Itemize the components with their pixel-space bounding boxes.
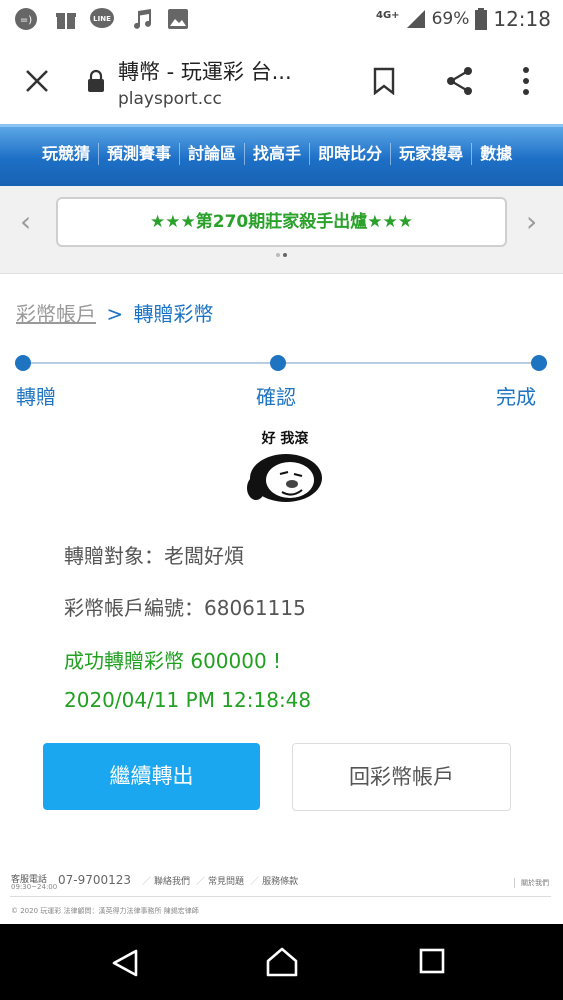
battery-icon <box>475 8 488 30</box>
site-nav: 玩競猜 預測賽事 討論區 找高手 即時比分 玩家搜尋 數據 <box>0 124 563 186</box>
sticker-caption: 好 我滾 <box>261 431 309 447</box>
copyright-text: © 2020 玩運彩 法律顧問：漢英得力法律事務所 陳錫宏律師 <box>11 907 199 915</box>
status-right: 4G+ 69% 12:18 <box>376 4 551 34</box>
step-dot-confirm <box>270 355 286 371</box>
chevron-left-icon[interactable]: ‹ <box>20 208 31 236</box>
status-bar: =) LINE 4G+ 69% 12:18 <box>0 0 563 38</box>
step-dot-done <box>531 355 547 371</box>
recents-icon[interactable] <box>419 948 445 974</box>
close-icon[interactable] <box>24 68 50 94</box>
bookmark-icon[interactable] <box>373 67 395 95</box>
battery-percent: 69% <box>431 9 470 29</box>
back-to-account-button[interactable]: 回彩幣帳戶 <box>292 743 511 811</box>
site-nav-item[interactable]: 數據 <box>471 143 520 165</box>
success-message: 成功轉贈彩幣 600000 ! <box>64 649 282 673</box>
line-app-icon: LINE <box>90 8 114 28</box>
carousel-dots <box>276 253 287 257</box>
signal-icon <box>406 10 425 28</box>
lock-icon <box>88 69 104 92</box>
announcement-banner: ‹ ★★★第270期莊家殺手出爐★★★ › <box>0 186 563 274</box>
share-icon[interactable] <box>444 65 476 97</box>
gift-icon <box>56 13 76 29</box>
breadcrumb-separator: > <box>106 302 124 326</box>
service-hours: 09:30~24:00 <box>11 883 58 891</box>
footer-link[interactable]: 聯絡我們 <box>142 874 190 887</box>
footer-link[interactable]: 服務條款 <box>250 874 298 887</box>
page-title[interactable]: 轉幣 - 玩運彩 台... <box>118 56 292 86</box>
footer: 客服電話 09:30~24:00 07-9700123 聯絡我們常見問題服務條款… <box>0 868 563 924</box>
transfer-timestamp: 2020/04/11 PM 12:18:48 <box>64 688 312 712</box>
more-icon[interactable] <box>521 66 531 96</box>
carousel-dot[interactable] <box>276 253 280 257</box>
recipient-text: 轉贈對象：老闆好煩 <box>64 544 244 568</box>
breadcrumb: 彩幣帳戶 > 轉贈彩幣 <box>16 298 213 327</box>
step-label-transfer: 轉贈 <box>16 385 56 409</box>
site-nav-item[interactable]: 預測賽事 <box>98 143 179 165</box>
svg-text:=): =) <box>20 15 32 26</box>
footer-link[interactable]: 常見問題 <box>196 874 244 887</box>
site-nav-list: 玩競猜 預測賽事 討論區 找高手 即時比分 玩家搜尋 數據 <box>34 143 520 165</box>
url-host[interactable]: playsport.cc <box>118 89 222 109</box>
announcement-text[interactable]: ★★★第270期莊家殺手出爐★★★ <box>56 197 507 247</box>
footer-links: 聯絡我們常見問題服務條款 <box>142 874 298 887</box>
svg-text:LINE: LINE <box>93 15 111 23</box>
breadcrumb-current: 轉贈彩幣 <box>133 302 214 326</box>
breadcrumb-root-link[interactable]: 彩幣帳戶 <box>16 302 96 326</box>
account-number-text: 彩幣帳戶編號：68061115 <box>64 596 306 620</box>
messenger-icon: =) <box>15 8 37 30</box>
clock: 12:18 <box>493 7 551 31</box>
music-icon <box>134 9 151 29</box>
carousel-dot[interactable] <box>283 253 287 257</box>
footer-about-link[interactable]: 關於我們 <box>514 878 549 888</box>
image-icon <box>168 9 188 29</box>
panda-sticker: 好 我滾 <box>246 428 324 514</box>
panda-face-icon <box>247 454 322 502</box>
footer-divider <box>10 896 551 897</box>
home-icon[interactable] <box>265 946 299 978</box>
back-icon[interactable] <box>110 948 140 978</box>
system-nav-bar <box>0 924 563 1000</box>
step-label-done: 完成 <box>496 385 536 409</box>
site-nav-item[interactable]: 討論區 <box>179 143 244 165</box>
site-nav-item[interactable]: 玩競猜 <box>34 143 98 165</box>
continue-transfer-button[interactable]: 繼續轉出 <box>43 743 260 810</box>
site-nav-item[interactable]: 即時比分 <box>309 143 390 165</box>
browser-toolbar: 轉幣 - 玩運彩 台... playsport.cc <box>0 38 563 124</box>
site-nav-item[interactable]: 找高手 <box>244 143 309 165</box>
network-label: 4G+ <box>376 9 400 21</box>
step-label-confirm: 確認 <box>256 385 296 409</box>
chevron-right-icon[interactable]: › <box>526 208 537 236</box>
step-dot-transfer <box>15 355 31 371</box>
service-phone[interactable]: 07-9700123 <box>58 873 131 887</box>
site-nav-item[interactable]: 玩家搜尋 <box>390 143 471 165</box>
